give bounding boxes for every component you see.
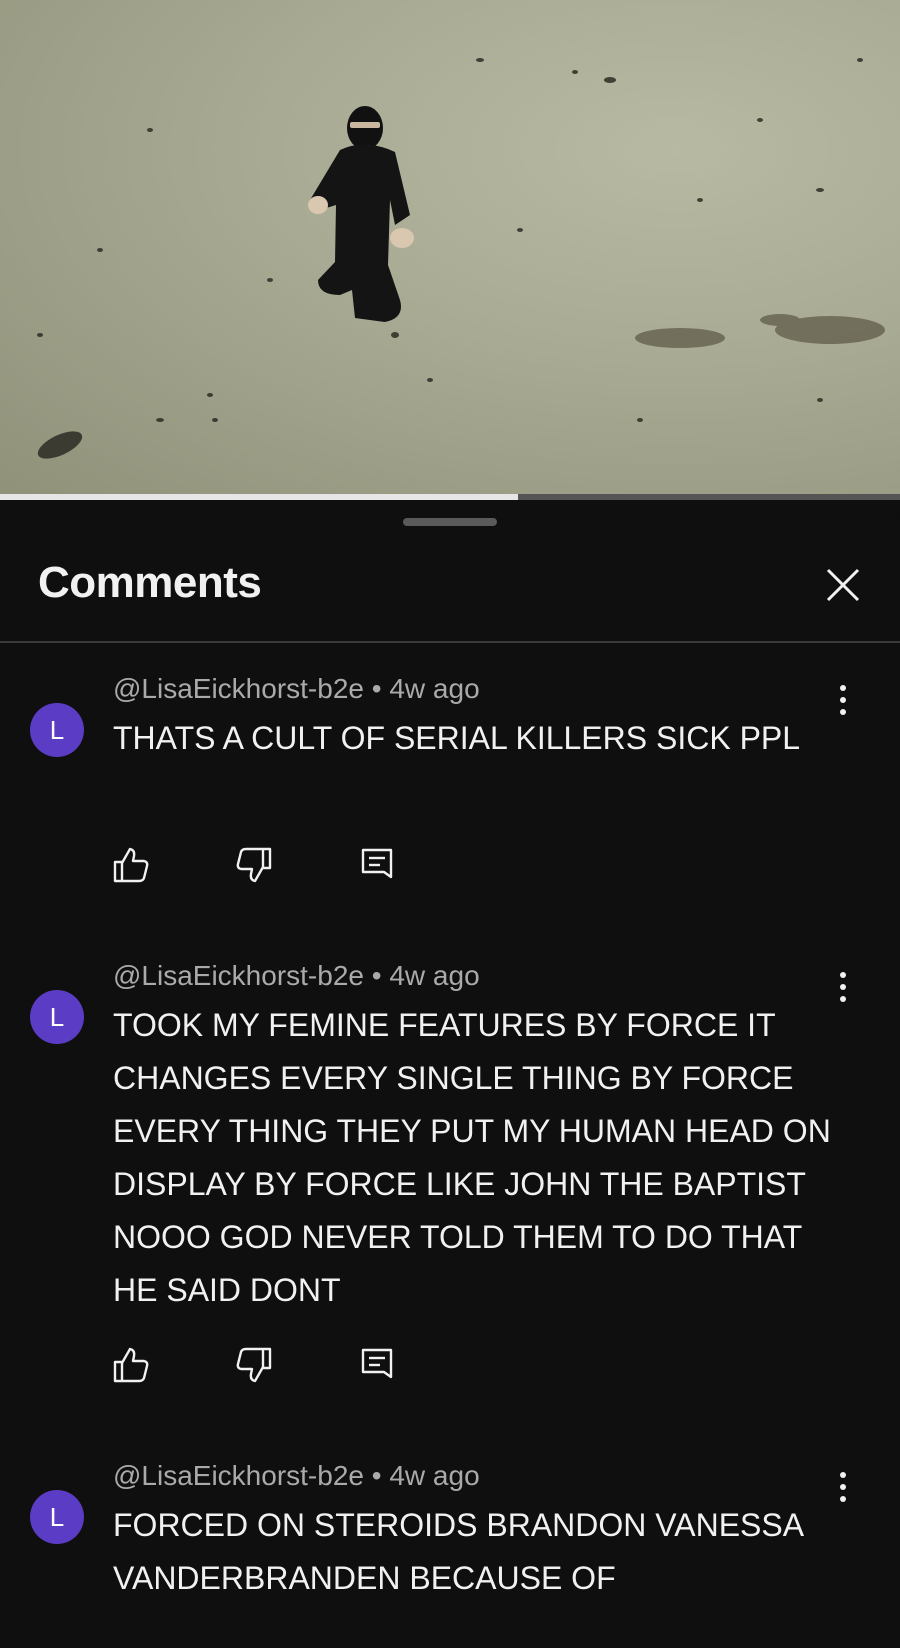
- more-options-button[interactable]: [830, 967, 856, 1007]
- header-divider: [0, 641, 900, 643]
- comment-actions: [112, 1345, 412, 1385]
- video-frame: [37, 58, 885, 459]
- reply-button[interactable]: [358, 1345, 396, 1385]
- comment-author[interactable]: @LisaEickhorst-b2e: [113, 960, 364, 991]
- meta-separator: •: [371, 1460, 382, 1491]
- drag-handle[interactable]: [403, 518, 497, 526]
- avatar[interactable]: L: [30, 1490, 84, 1544]
- meta-separator: •: [371, 673, 382, 704]
- comment-meta: @LisaEickhorst-b2e • 4w ago: [113, 960, 480, 992]
- like-button[interactable]: [112, 1345, 150, 1385]
- more-vert-icon: [840, 1472, 846, 1502]
- video-player[interactable]: [0, 0, 900, 500]
- thumbs-down-icon: [236, 847, 272, 883]
- avatar[interactable]: L: [30, 990, 84, 1044]
- close-button[interactable]: [820, 562, 866, 608]
- reply-icon: [361, 1348, 393, 1379]
- reply-icon: [361, 848, 393, 879]
- thumbs-up-icon: [113, 1347, 149, 1383]
- meta-separator: •: [371, 960, 382, 991]
- comment-author[interactable]: @LisaEickhorst-b2e: [113, 1460, 364, 1491]
- comments-panel: Comments L @LisaEickhorst-b2e • 4w ago T…: [0, 500, 900, 1648]
- comment-text: TOOK MY FEMINE FEATURES BY FORCE IT CHAN…: [113, 1007, 831, 1308]
- dislike-button[interactable]: [235, 845, 273, 885]
- panel-title: Comments: [38, 558, 262, 607]
- comment-text: THATS A CULT OF SERIAL KILLERS SICK PPL: [113, 720, 801, 756]
- like-button[interactable]: [112, 845, 150, 885]
- thumbs-down-icon: [236, 1347, 272, 1383]
- comment-time: 4w ago: [389, 1460, 480, 1491]
- more-options-button[interactable]: [830, 1467, 856, 1507]
- dislike-button[interactable]: [235, 1345, 273, 1385]
- comment-author[interactable]: @LisaEickhorst-b2e: [113, 673, 364, 704]
- comment-text: FORCED ON STEROIDS BRANDON VANESSA VANDE…: [113, 1507, 803, 1596]
- avatar[interactable]: L: [30, 703, 84, 757]
- comment-time: 4w ago: [389, 960, 480, 991]
- comment-time: 4w ago: [389, 673, 480, 704]
- comment-meta: @LisaEickhorst-b2e • 4w ago: [113, 673, 480, 705]
- more-vert-icon: [840, 972, 846, 1002]
- more-options-button[interactable]: [830, 680, 856, 720]
- close-icon: [826, 568, 860, 602]
- thumbs-up-icon: [113, 847, 149, 883]
- comment-meta: @LisaEickhorst-b2e • 4w ago: [113, 1460, 480, 1492]
- more-vert-icon: [840, 685, 846, 715]
- reply-button[interactable]: [358, 845, 396, 885]
- comment-actions: [112, 845, 412, 885]
